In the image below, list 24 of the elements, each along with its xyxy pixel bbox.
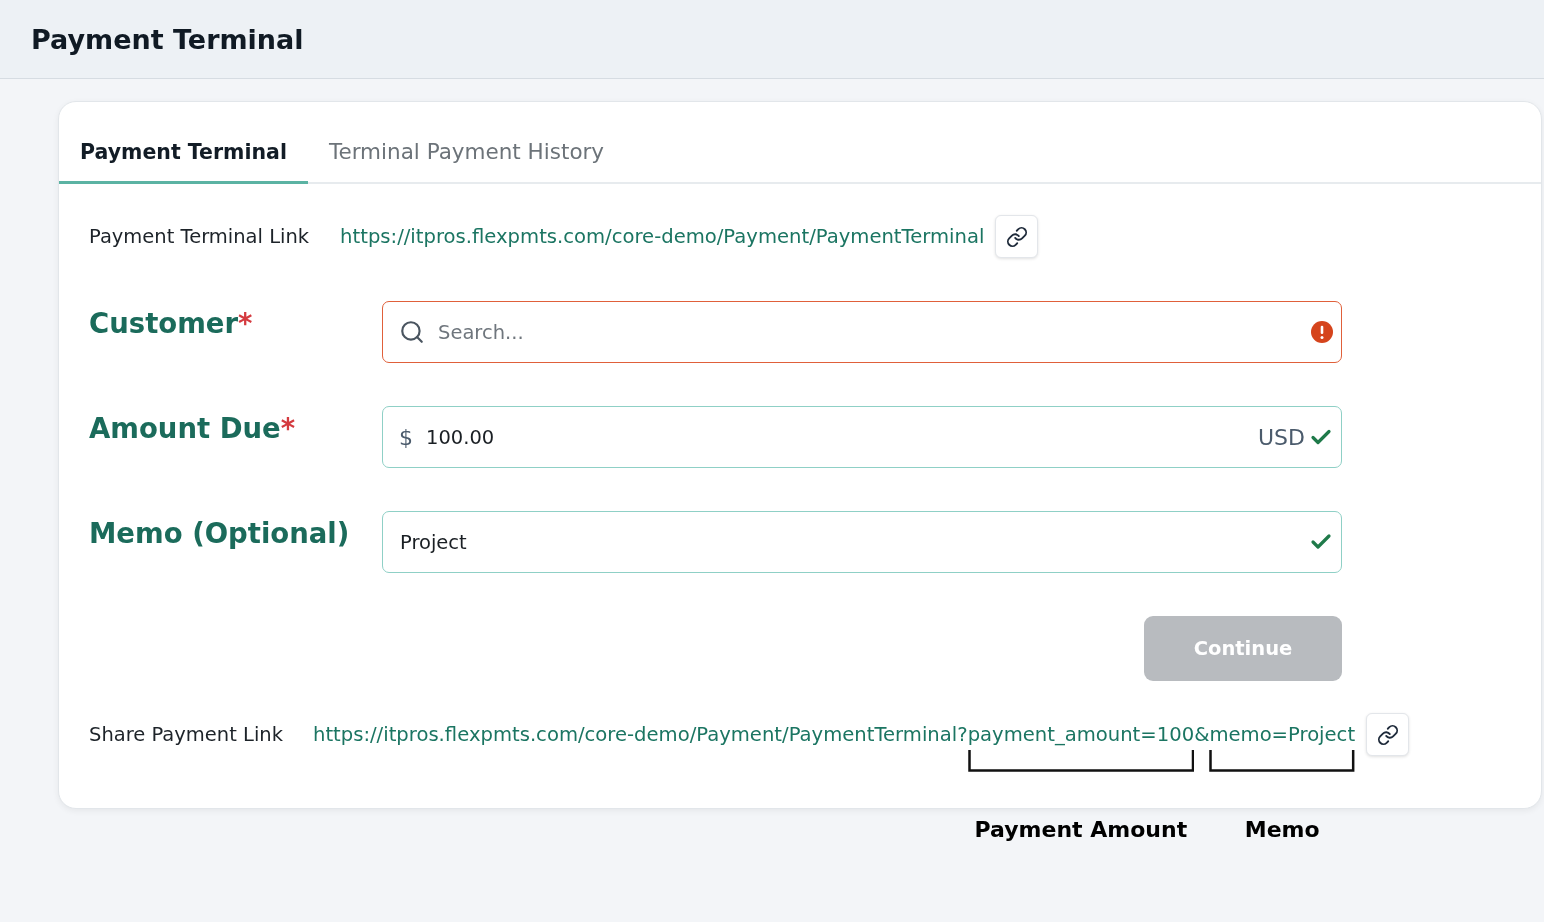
link-label: Share Payment Link <box>89 723 283 746</box>
search-icon <box>399 319 425 345</box>
memo-field[interactable]: Project <box>382 511 1342 573</box>
search-field[interactable]: Search... <box>382 301 1342 363</box>
field-label: Memo (Optional) <box>89 516 351 549</box>
bracket-icon <box>967 750 1195 772</box>
share-link[interactable]: https://itpros.flexpmts.com/core-demo/Payment/PaymentTerminal?payment_amount=100&memo=Project <box>313 723 1356 746</box>
currency-code: USD <box>1258 424 1305 450</box>
error-icon <box>1311 321 1333 343</box>
link-label: Payment Terminal Link <box>89 225 310 248</box>
annotation-label: Payment Amount <box>974 817 1188 842</box>
tab[interactable]: Terminal Payment History <box>307 126 626 184</box>
page-title: Payment Terminal <box>31 23 304 55</box>
copy-link-button[interactable] <box>995 215 1039 258</box>
link-icon <box>1376 723 1399 746</box>
copy-link-button[interactable] <box>1366 713 1410 756</box>
currency-symbol: $ <box>399 424 413 450</box>
tab[interactable]: Payment Terminal <box>59 126 308 184</box>
field-label: Amount Due* <box>89 411 297 444</box>
bracket-icon <box>1209 750 1356 772</box>
field-label: Customer* <box>89 306 254 339</box>
annotation-label: Memo <box>1244 817 1320 842</box>
terminal-link[interactable]: https://itpros.flexpmts.com/core-demo/Payment/PaymentTerminal <box>340 225 985 248</box>
link-icon <box>1005 225 1028 248</box>
